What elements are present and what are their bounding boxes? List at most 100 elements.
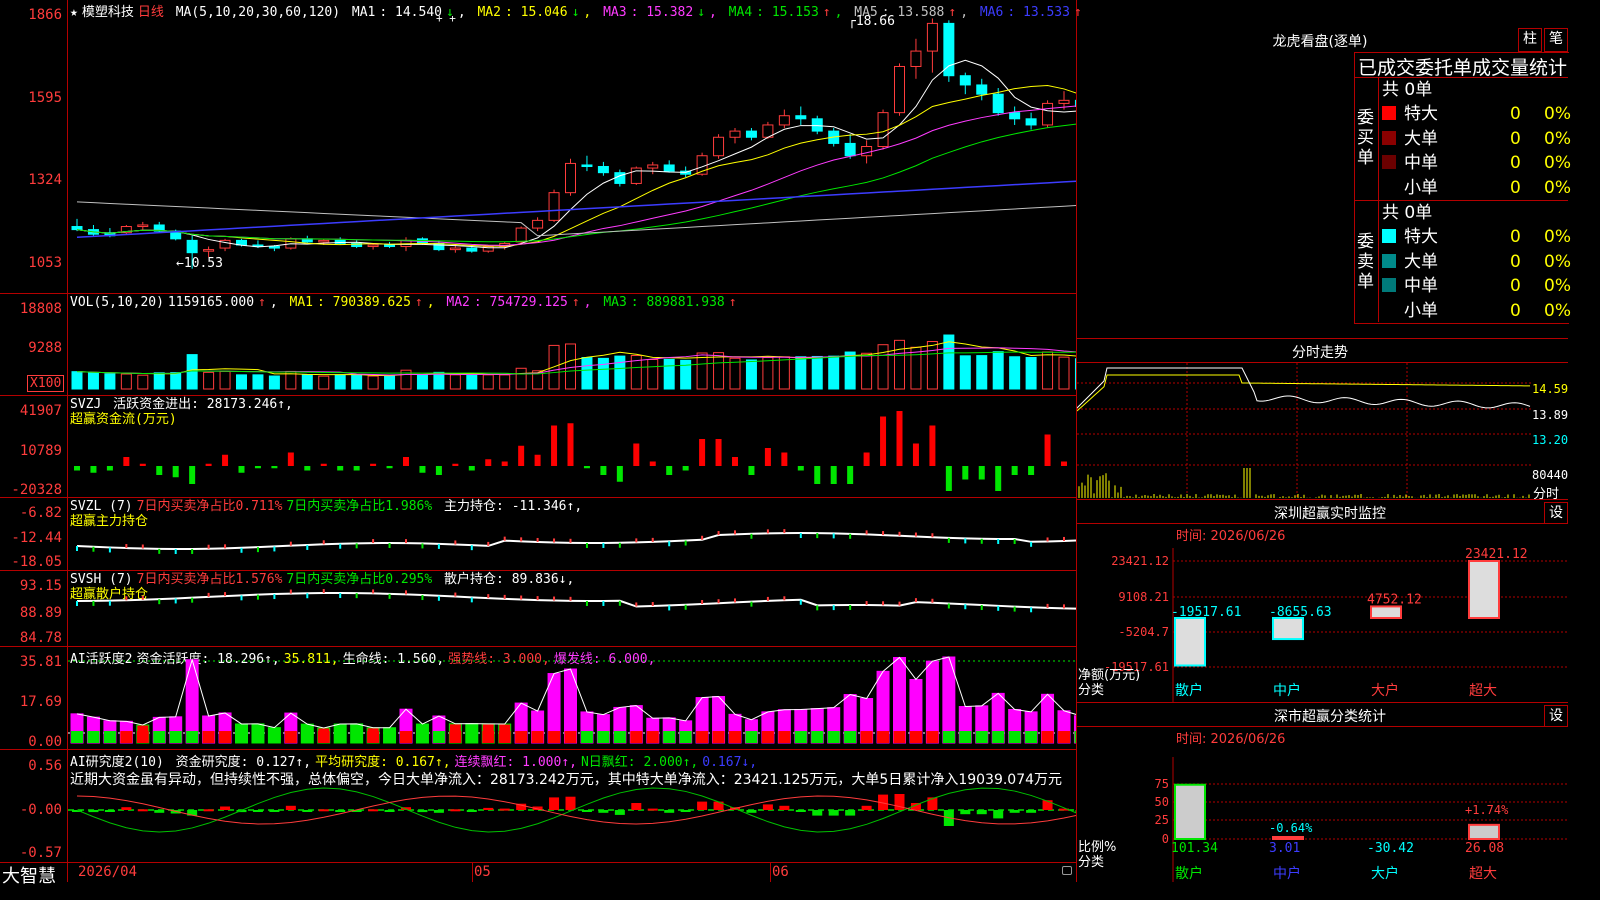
candle-body [911,51,921,66]
stats-tick: 75 [1155,777,1169,791]
stats-category-label: 散户 [1175,865,1203,882]
candle-body [796,116,806,119]
sz-monitor-bottom [1076,702,1568,703]
ai1-chart[interactable] [68,647,1076,749]
intraday-title: 分时走势 [1250,342,1390,362]
stats-change-label: +1.74% [1465,803,1509,817]
row-label: 中单 [1404,276,1438,296]
volume-chart[interactable] [68,294,1076,395]
candle-body [730,131,740,137]
activity-base [268,731,280,743]
row-count: 0 [1510,103,1521,125]
activity-base [778,731,790,743]
flow-bar [354,466,360,471]
flow-bar [370,464,376,466]
svsh-tick-2: 88.89 [0,605,62,621]
activity-base [482,731,494,743]
row-pct: 0% [1544,128,1571,150]
vol-tick-2: 9288 [0,340,62,356]
flow-bar [946,466,952,491]
sell-side-label: 委卖单 [1357,232,1375,292]
flow-bar [699,439,705,466]
monitor-bar [1273,618,1303,639]
ai2-chart[interactable] [68,750,1076,862]
intraday-avg-line [1077,375,1530,411]
swatch-icon [1382,278,1396,292]
activity-base [532,731,544,743]
activity-base [104,731,116,743]
row-label: 中单 [1404,153,1438,173]
activity-base [729,731,741,743]
flow-bar [568,423,574,466]
activity-base [334,731,346,743]
monitor-bar [1469,561,1499,618]
intraday-tick-2: 13.89 [1532,408,1568,422]
sz-monitor-header-line [1076,523,1568,524]
ai1-tick-1: 35.81 [0,654,62,670]
sz-monitor-chart[interactable]: 23421.129108.21-5204.7-19517.61-19517.61… [1077,540,1568,702]
activity-base [416,731,428,743]
tick-mode-button[interactable]: 笔 [1544,28,1568,52]
activity-base [943,731,955,743]
svsh-chart[interactable] [68,571,1076,646]
volume-bar [302,375,312,389]
candle-body [319,240,329,242]
intraday-chart[interactable] [1077,363,1532,499]
ai2-tick-2: -0.00 [0,802,62,818]
activity-base [71,731,83,743]
flow-bar [666,466,672,475]
research-bar [549,797,559,810]
research-bar [845,810,855,816]
flow-bar [222,455,228,466]
buy-row-3: 小单 0 0% [1382,177,1568,199]
activity-base [713,731,725,743]
sz-stats-settings-button[interactable]: 设 [1544,705,1568,727]
volume-bar [220,371,230,389]
research-bar [960,810,970,814]
svzl-chart[interactable] [68,498,1076,570]
activity-base [581,731,593,743]
flow-bar [716,439,722,466]
order-stats-subtitle: 已成交委托单成交量统计 [1358,53,1568,80]
sz-monitor-settings-button[interactable]: 设 [1544,502,1568,524]
volume-bar [697,353,707,389]
vol-unit-badge: X100 [27,375,64,392]
position-line [77,593,1076,609]
monitor-category-label: 大户 [1371,682,1399,699]
volume-bar [746,360,756,389]
high-annotation: ┌18.66 [848,14,895,29]
brand-logo: 大智慧 [2,862,56,888]
research-bar [385,810,395,812]
flow-bar [90,466,96,473]
candle-body [533,220,543,228]
activity-base [894,731,906,743]
volume-bar [105,374,115,389]
volume-bar [467,375,477,389]
lock-icon[interactable] [1062,866,1072,875]
activity-base [795,731,807,743]
flow-bar [864,453,870,467]
flow-bar [748,466,754,475]
activity-base [170,731,182,743]
svzl-tick-1: -6.82 [0,505,62,521]
monitor-tick: 23421.12 [1111,554,1169,568]
activity-base [861,731,873,743]
sell-row-2: 中单 0 0% [1382,275,1568,297]
activity-base [811,731,823,743]
monitor-value-label: -19517.61 [1171,605,1241,620]
stats-change-label: -0.64% [1269,821,1313,835]
candlestick-chart[interactable] [68,0,1076,293]
ob-sep-3 [1378,77,1379,322]
row-pct: 0% [1544,300,1571,322]
monitor-value-label: -8655.63 [1269,605,1332,620]
research-bar [977,810,987,814]
bar-mode-button[interactable]: 柱 [1518,28,1542,52]
ai2-tick-1: 0.56 [0,758,62,774]
sz-stats-chart[interactable]: 75 50 25 0101.34 散户 3.01 -0.64% 中户 -30.42 大户 26.08… [1077,742,1568,882]
activity-base [203,731,215,743]
flow-bar [271,466,277,468]
row-label: 特大 [1404,227,1438,247]
svzj-chart[interactable] [68,396,1076,497]
flow-bar [633,444,639,467]
row-pct: 0% [1544,251,1571,273]
